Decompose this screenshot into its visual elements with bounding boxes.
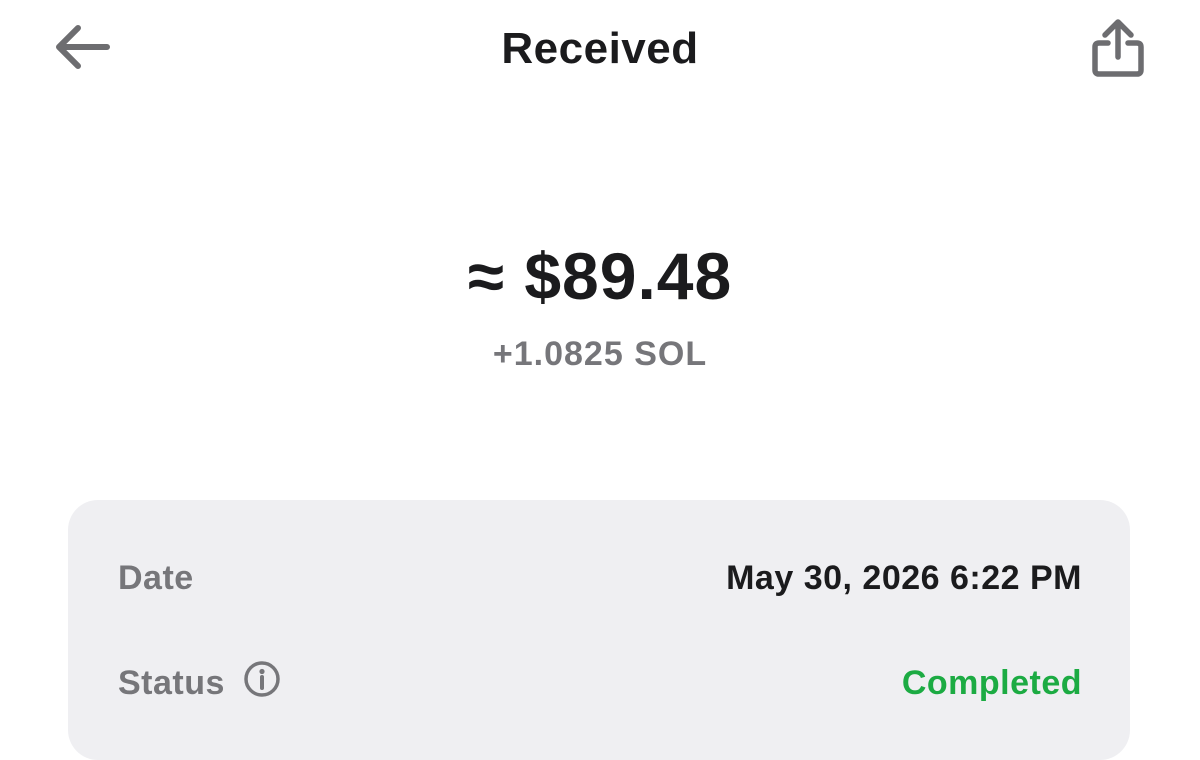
date-value: May 30, 2026 6:22 PM — [726, 558, 1082, 597]
info-icon — [243, 660, 281, 707]
status-row: Status Completed — [118, 658, 1082, 708]
share-button[interactable] — [1086, 18, 1150, 82]
status-label-group: Status — [118, 660, 281, 703]
amount-summary: ≈ $89.48 +1.0825 SOL — [0, 236, 1200, 374]
arrow-left-icon — [51, 22, 111, 77]
date-row: Date May 30, 2026 6:22 PM — [118, 553, 1082, 603]
share-icon — [1089, 17, 1147, 84]
status-value: Completed — [901, 663, 1082, 702]
status-info-button[interactable] — [243, 660, 281, 702]
fiat-amount: ≈ $89.48 — [467, 239, 733, 313]
page-title: Received — [501, 24, 699, 73]
status-label: Status — [118, 663, 225, 702]
back-button[interactable] — [50, 22, 112, 76]
date-label: Date — [118, 558, 194, 597]
crypto-amount: +1.0825 SOL — [492, 335, 708, 373]
transaction-details-card: Date May 30, 2026 6:22 PM Status Complet… — [68, 500, 1130, 760]
top-bar: Received — [0, 0, 1200, 100]
